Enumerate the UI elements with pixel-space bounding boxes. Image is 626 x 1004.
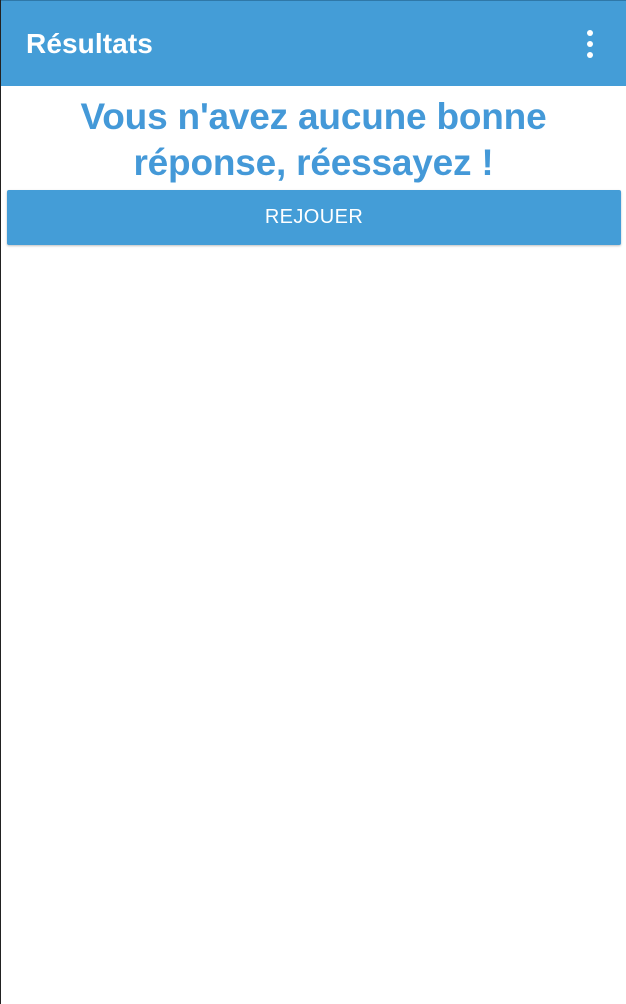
more-vert-icon (587, 51, 593, 58)
result-message: Vous n'avez aucune bonne réponse, réessa… (80, 96, 547, 183)
app-title: Résultats (26, 27, 153, 59)
app-bar: Résultats (1, 0, 626, 86)
more-vert-icon (587, 40, 593, 47)
overflow-menu-button[interactable] (578, 22, 602, 66)
results-screen: Résultats Vous n'avez aucune bonne répon… (0, 0, 626, 1004)
more-vert-icon (587, 29, 593, 36)
replay-button[interactable]: REJOUER (7, 190, 621, 245)
results-content: Vous n'avez aucune bonne réponse, réessa… (1, 86, 626, 1004)
